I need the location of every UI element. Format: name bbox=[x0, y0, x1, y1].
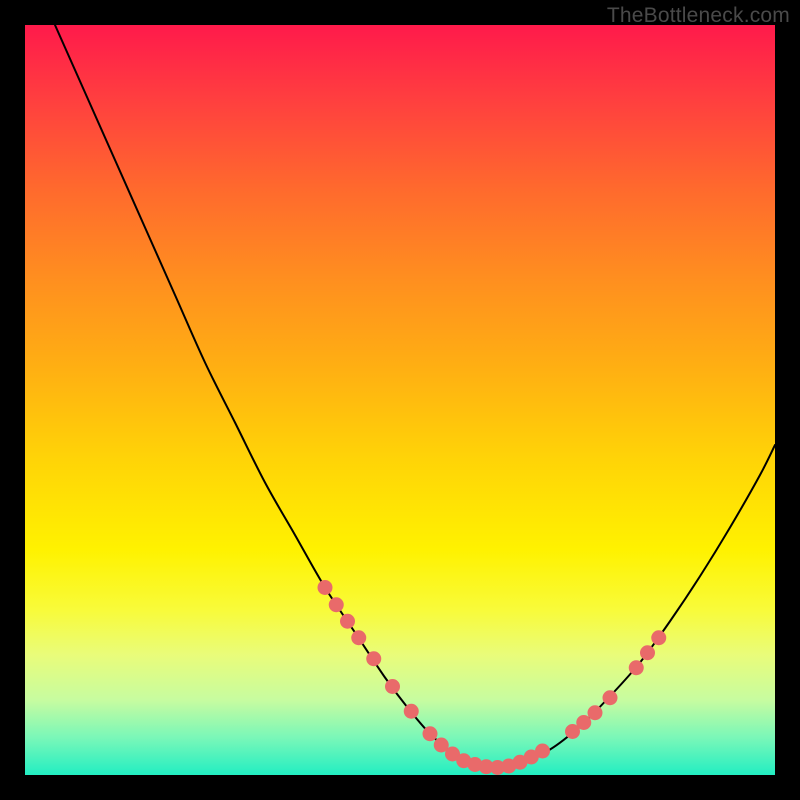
highlight-dot bbox=[318, 580, 333, 595]
highlight-dot bbox=[351, 630, 366, 645]
highlight-dots bbox=[318, 580, 667, 775]
highlight-dot bbox=[329, 597, 344, 612]
highlight-dot bbox=[404, 704, 419, 719]
highlight-dot bbox=[629, 660, 644, 675]
highlight-dot bbox=[535, 744, 550, 759]
highlight-dot bbox=[588, 705, 603, 720]
highlight-dot bbox=[366, 651, 381, 666]
bottleneck-curve bbox=[55, 25, 775, 768]
chart-svg bbox=[25, 25, 775, 775]
highlight-dot bbox=[640, 645, 655, 660]
highlight-dot bbox=[340, 614, 355, 629]
highlight-dot bbox=[385, 679, 400, 694]
highlight-dot bbox=[651, 630, 666, 645]
highlight-dot bbox=[603, 690, 618, 705]
highlight-dot bbox=[423, 726, 438, 741]
